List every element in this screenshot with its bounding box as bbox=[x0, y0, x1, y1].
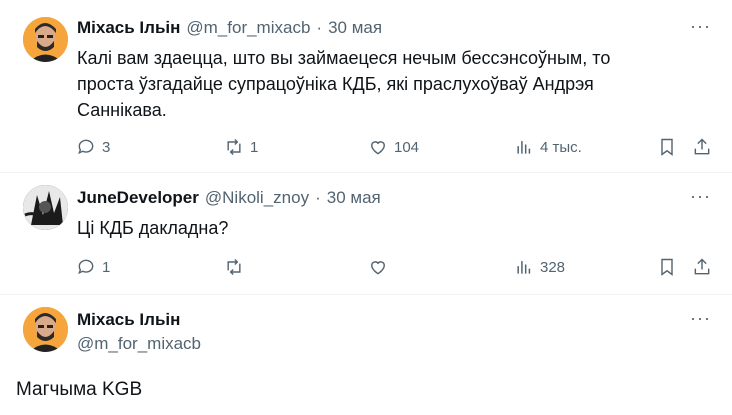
more-options-button[interactable]: ··· bbox=[690, 16, 711, 37]
tweet-text-line: Калі вам здаецца, што вы займаецеся нечы… bbox=[77, 48, 611, 68]
retweet-icon bbox=[227, 258, 241, 276]
reply-icon bbox=[78, 259, 94, 275]
reply-count: 1 bbox=[102, 258, 111, 276]
views-count: 4 тыс. bbox=[540, 138, 582, 156]
heart-icon bbox=[371, 261, 385, 275]
retweet-count: 1 bbox=[250, 138, 259, 156]
more-options-button[interactable]: ··· bbox=[690, 308, 711, 329]
retweet-button[interactable]: 1 bbox=[224, 137, 258, 157]
like-count: 104 bbox=[394, 138, 420, 156]
avatar[interactable] bbox=[23, 185, 68, 230]
bookmark-button[interactable] bbox=[657, 257, 677, 277]
views-button[interactable]: 4 тыс. bbox=[514, 137, 582, 157]
reply-icon bbox=[78, 139, 94, 155]
share-button[interactable] bbox=[692, 257, 712, 277]
tweet-text-line: Ці КДБ дакладна? bbox=[77, 218, 229, 238]
author-name[interactable]: Міхась Ільін bbox=[77, 310, 180, 330]
reply-count: 3 bbox=[102, 138, 111, 156]
author-name[interactable]: JuneDeveloper bbox=[77, 188, 199, 208]
retweet-button[interactable] bbox=[224, 257, 250, 277]
like-button[interactable] bbox=[368, 257, 394, 277]
like-button[interactable]: 104 bbox=[368, 137, 419, 157]
reply-button[interactable]: 3 bbox=[76, 137, 110, 157]
tweet-text: Калі вам здаецца, што вы займаецеся нечы… bbox=[77, 45, 717, 123]
bookmark-icon bbox=[661, 258, 673, 276]
heart-icon bbox=[371, 141, 385, 155]
author-handle[interactable]: @m_for_mixacb bbox=[77, 334, 201, 354]
author-handle[interactable]: @m_for_mixacb bbox=[186, 18, 310, 38]
avatar[interactable] bbox=[23, 307, 68, 352]
divider bbox=[0, 294, 732, 295]
views-icon bbox=[517, 141, 531, 154]
views-icon bbox=[517, 261, 531, 274]
avatar[interactable] bbox=[23, 17, 68, 62]
separator: · bbox=[316, 18, 323, 37]
bookmark-icon bbox=[661, 138, 673, 156]
avatar-icon bbox=[23, 185, 68, 230]
divider bbox=[0, 172, 732, 173]
share-icon bbox=[694, 138, 710, 155]
avatar-icon bbox=[23, 17, 68, 62]
views-count: 328 bbox=[540, 258, 566, 276]
tweet-date[interactable]: 30 мая bbox=[327, 188, 381, 208]
share-icon bbox=[694, 258, 710, 275]
tweet-text: Ці КДБ дакладна? bbox=[77, 215, 717, 241]
retweet-icon bbox=[227, 138, 241, 156]
bookmark-button[interactable] bbox=[657, 137, 677, 157]
separator: · bbox=[315, 188, 321, 207]
share-button[interactable] bbox=[692, 137, 712, 157]
tweet-text-line: проста ўзгадайце супрацоўніка КДБ, які п… bbox=[77, 74, 594, 94]
reply-button[interactable]: 1 bbox=[76, 257, 110, 277]
views-button[interactable]: 328 bbox=[514, 257, 565, 277]
tweet-date[interactable]: 30 мая bbox=[328, 18, 382, 38]
author-handle[interactable]: @Nikoli_znoy bbox=[205, 188, 309, 208]
author-name[interactable]: Міхась Ільін bbox=[77, 18, 180, 38]
tweet-text-line: Саннікава. bbox=[77, 100, 167, 120]
more-options-button[interactable]: ··· bbox=[690, 186, 711, 207]
avatar-icon bbox=[23, 307, 68, 352]
tweet-text: Магчыма KGB bbox=[16, 379, 143, 400]
